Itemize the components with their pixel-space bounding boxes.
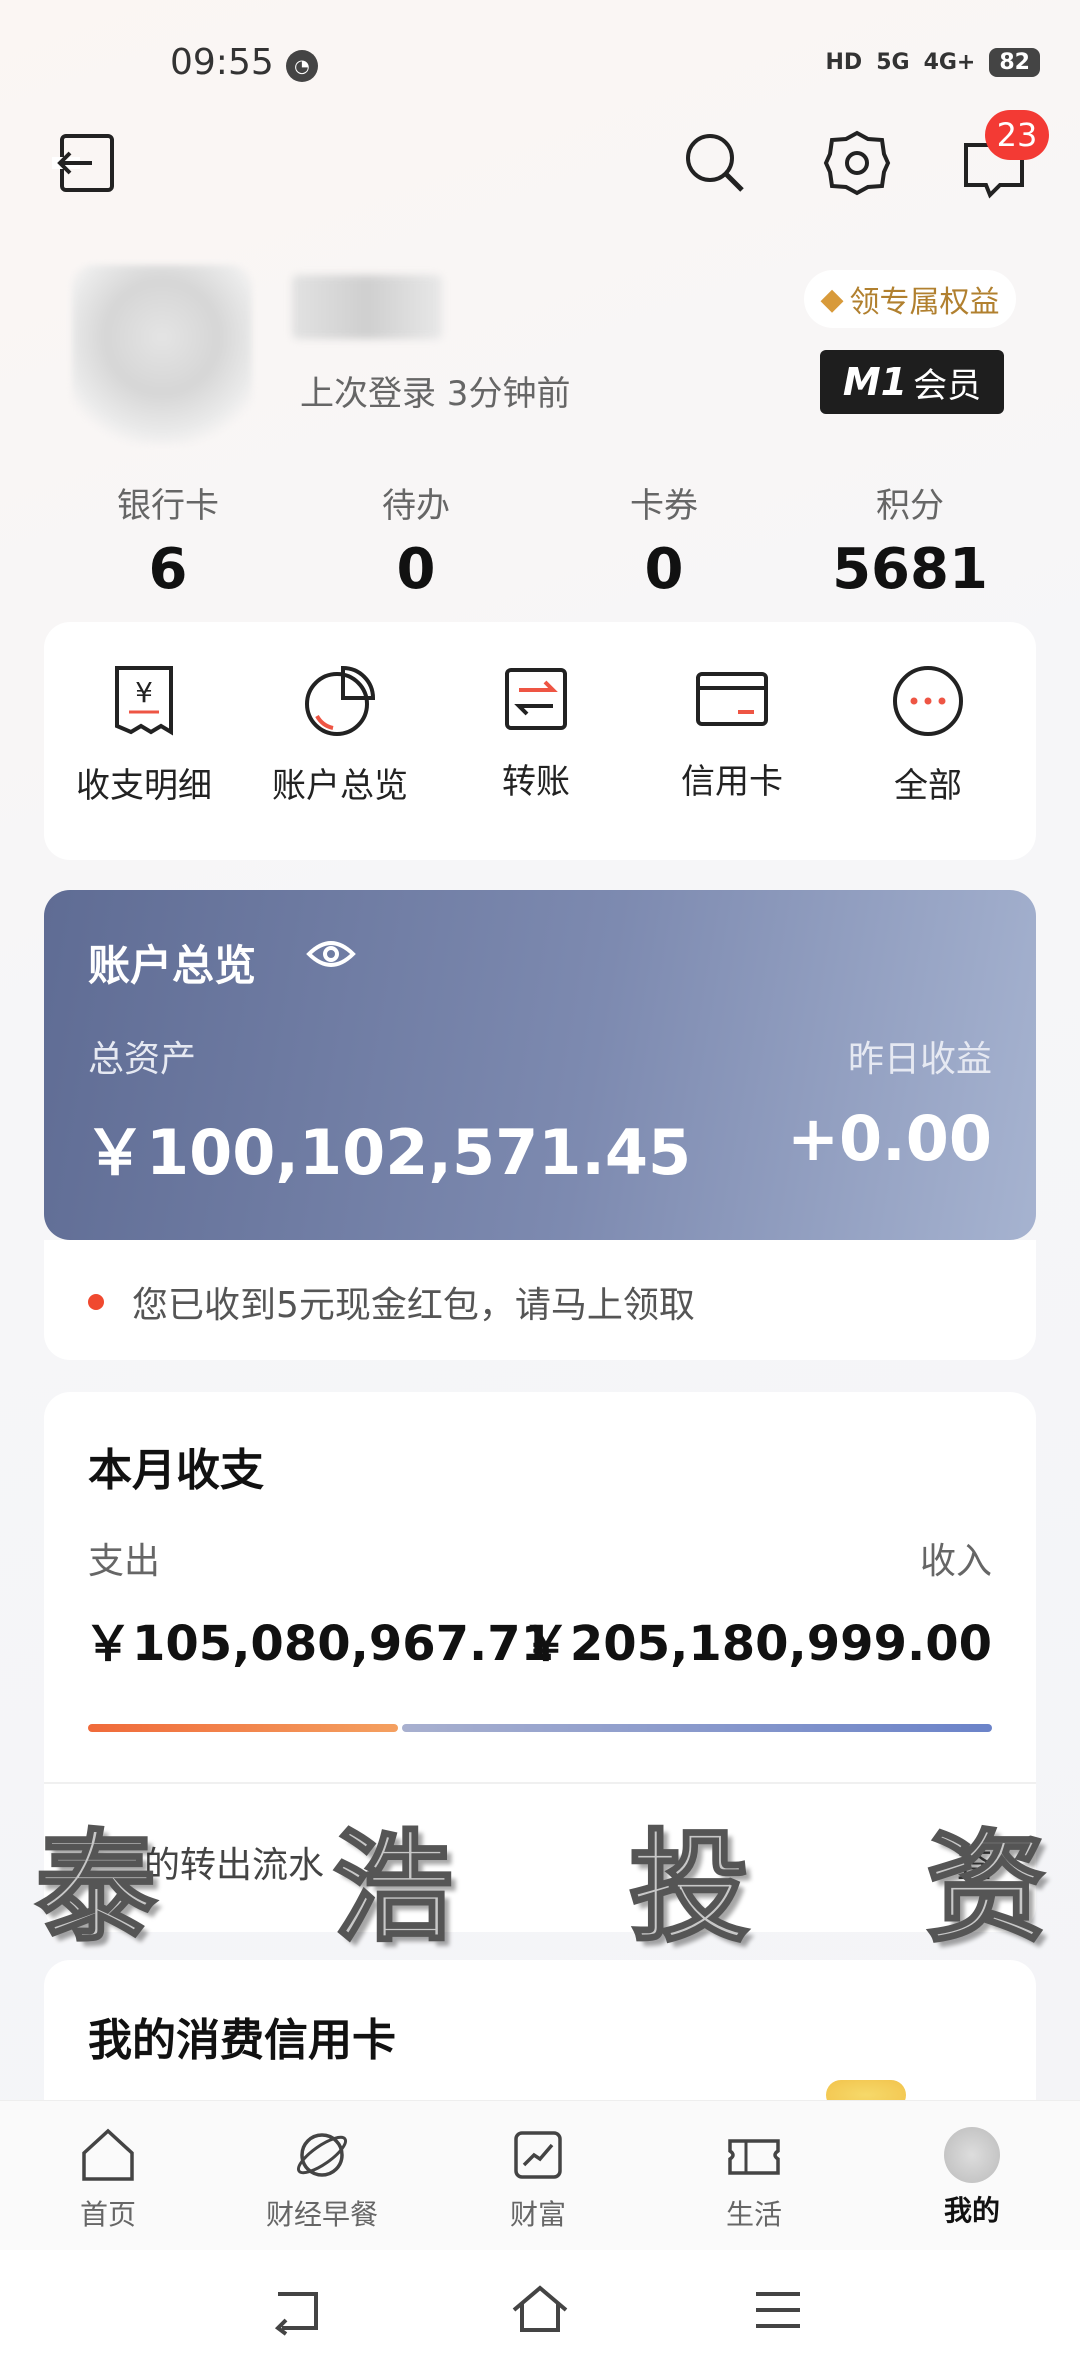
stat-value: 0 (396, 537, 436, 602)
quick-item-statement[interactable]: ¥ 收支明细 (54, 664, 234, 807)
overview-title: 账户总览 (88, 941, 257, 990)
nav-home[interactable]: 首页 (8, 2127, 208, 2233)
nav-label: 财经早餐 (265, 2198, 378, 2231)
avatar-icon (944, 2127, 1000, 2183)
message-badge: 23 (985, 110, 1049, 160)
watermark-char: 泰 (35, 1816, 158, 1960)
stat-todo[interactable]: 待办 0 (336, 478, 496, 602)
quick-label: 全部 (894, 766, 962, 806)
nav-life[interactable]: 生活 (654, 2127, 854, 2233)
yesterday-income-value: +0.00 (787, 1102, 992, 1175)
status-indicators: HD 5G 4G+ 82 (825, 48, 1040, 77)
quick-item-all[interactable]: 全部 (838, 664, 1018, 807)
yesterday-income-label: 昨日收益 (847, 1039, 992, 1080)
monthly-title: 本月收支 (88, 1445, 264, 1496)
svg-text:¥: ¥ (135, 676, 153, 709)
quick-label: 账户总览 (272, 766, 408, 806)
red-packet-text: 您已收到5元现金红包，请马上领取 (132, 1285, 695, 1326)
stat-value: 0 (644, 537, 684, 602)
home-system-icon[interactable] (510, 2284, 570, 2340)
total-assets-value: ￥100,102,571.45 (84, 1116, 692, 1189)
member-label: 会员 (913, 365, 982, 406)
stat-label: 银行卡 (117, 486, 219, 526)
battery-level: 82 (989, 48, 1040, 77)
system-nav-bar (0, 2250, 1080, 2376)
status-time: 09:55 (170, 42, 274, 83)
watermark-char: 资 (924, 1816, 1047, 1960)
planet-icon (296, 2133, 348, 2177)
quick-label: 信用卡 (681, 762, 783, 802)
credit-card-title: 我的消费信用卡 (88, 2015, 396, 2066)
last-login: 上次登录 3分钟前 (300, 374, 571, 414)
credit-card-icon (696, 672, 768, 726)
user-name (292, 275, 442, 339)
watermark: 泰 浩 投 资 (35, 1790, 1048, 1964)
compass-icon: ◔ (286, 50, 318, 82)
chart-icon (514, 2131, 562, 2179)
watermark-char: 浩 (331, 1816, 454, 1960)
quick-actions: ¥ 收支明细 账户总览 转账 信用卡 全部 (44, 622, 1036, 860)
hd-indicator: HD (825, 50, 863, 75)
watermark-char: 投 (628, 1816, 751, 1960)
red-packet-notice[interactable]: 您已收到5元现金红包，请马上领取 (44, 1240, 1036, 1360)
income-value: ￥205,180,999.00 (521, 1616, 992, 1672)
quick-item-transfer[interactable]: 转账 (446, 664, 626, 803)
divider (44, 1782, 1036, 1784)
nav-label: 我的 (943, 2194, 1000, 2227)
diamond-icon: ◆ (820, 281, 844, 317)
exit-icon[interactable] (52, 128, 122, 198)
nav-mine[interactable]: 我的 (872, 2127, 1072, 2229)
nav-label: 首页 (79, 2198, 136, 2231)
receipt-icon: ¥ (115, 666, 173, 736)
total-assets-label: 总资产 (88, 1039, 197, 1080)
stat-coupons[interactable]: 卡券 0 (584, 478, 744, 602)
ticket-icon (728, 2139, 780, 2175)
expense-value: ￥105,080,967.71 (84, 1616, 555, 1672)
quick-item-overview[interactable]: 账户总览 (250, 664, 430, 807)
stat-bank-cards[interactable]: 银行卡 6 (88, 478, 248, 602)
account-overview-card[interactable]: 账户总览 总资产 昨日收益 ￥100,102,571.45 +0.00 (44, 890, 1036, 1240)
bottom-nav: 首页 财经早餐 财富 生活 我的 (0, 2100, 1080, 2251)
menu-icon[interactable] (752, 2288, 804, 2336)
exclusive-rights-button[interactable]: ◆ 领专属权益 (804, 270, 1016, 328)
nav-finance-breakfast[interactable]: 财经早餐 (222, 2127, 422, 2233)
stat-points[interactable]: 积分 5681 (830, 478, 990, 602)
stat-value: 6 (148, 537, 188, 602)
nav-label: 生活 (725, 2198, 782, 2231)
quick-label: 收支明细 (76, 766, 212, 806)
network-4g: 4G+ (923, 50, 976, 75)
member-badge[interactable]: M1 会员 (820, 350, 1004, 414)
quick-label: 转账 (502, 762, 570, 802)
notice-dot (88, 1294, 104, 1310)
nav-wealth[interactable]: 财富 (438, 2127, 638, 2233)
gear-icon[interactable] (822, 128, 892, 198)
eye-icon[interactable] (306, 936, 356, 976)
network-5g: 5G (876, 50, 910, 75)
expense-label: 支出 (88, 1541, 161, 1582)
member-level: M1 (842, 360, 908, 404)
rights-label: 领专属权益 (849, 285, 1000, 320)
income-label: 收入 (919, 1541, 992, 1582)
expense-bar (88, 1724, 398, 1732)
quick-item-credit-card[interactable]: 信用卡 (642, 664, 822, 803)
stat-label: 积分 (876, 486, 944, 526)
transfer-icon (505, 668, 567, 730)
stat-value: 5681 (832, 537, 988, 602)
nav-label: 财富 (509, 2198, 566, 2231)
stat-label: 待办 (382, 486, 450, 526)
back-icon[interactable] (270, 2286, 326, 2340)
income-bar (402, 1724, 992, 1732)
home-icon (82, 2128, 134, 2181)
pie-chart-icon (305, 665, 376, 736)
more-icon (893, 666, 963, 736)
search-icon[interactable] (680, 128, 750, 198)
avatar[interactable] (72, 265, 252, 445)
stat-label: 卡券 (630, 486, 698, 526)
